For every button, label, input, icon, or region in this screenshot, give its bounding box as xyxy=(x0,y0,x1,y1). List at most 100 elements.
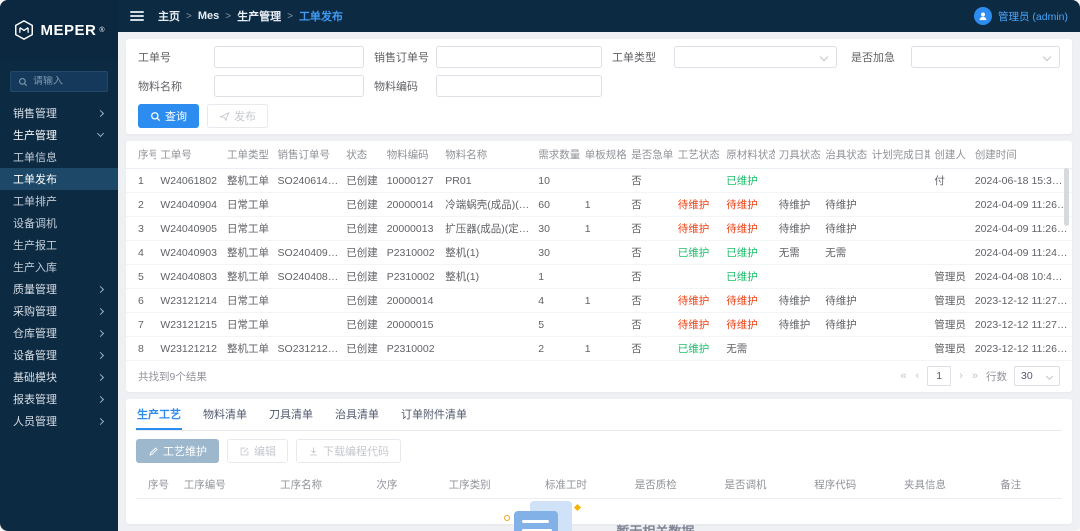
breadcrumb-item[interactable]: 工单发布 xyxy=(299,8,343,24)
order-row[interactable]: 2 W24040904 日常工单 已创建 20000014 冷端蜗壳(成品)(定制) 60 1… xyxy=(126,192,1072,217)
process-column-header: 标准工时 xyxy=(540,471,631,499)
chevron-right-icon xyxy=(96,329,105,337)
order-cell: 待维护 xyxy=(722,192,775,217)
order-cell: 7 xyxy=(126,312,157,337)
order-cell: 待维护 xyxy=(821,312,868,337)
order-cell xyxy=(273,312,343,337)
process-column-header: 是否质检 xyxy=(630,471,721,499)
sidebar-group-label: 销售管理 xyxy=(13,108,57,120)
编辑-button[interactable]: 编辑 xyxy=(227,439,288,463)
process-table: 序号 工序编号 工序名称 次序 工序类别 标准工时 是否质检 是否调机 程序代码 夹具信息 备注 xyxy=(136,471,1062,499)
filter-row-2: 物料名称 物料编码 xyxy=(138,75,1060,97)
order-cell xyxy=(867,264,931,289)
sidebar-group-label: 设备管理 xyxy=(13,350,57,362)
order-cell: 8 xyxy=(126,336,157,361)
column-header: 销售订单号 xyxy=(273,141,343,169)
sidebar-item-生产报工[interactable]: 生产报工 xyxy=(0,234,118,256)
tab-治具清单[interactable]: 治具清单 xyxy=(334,399,380,430)
order-cell xyxy=(930,216,971,241)
page-size-select[interactable]: 30 xyxy=(1014,366,1060,386)
column-header: 序号 xyxy=(126,141,157,169)
column-header: 创建人 xyxy=(930,141,971,169)
table-scrollbar[interactable] xyxy=(1064,168,1069,226)
breadcrumb-item[interactable]: 生产管理 xyxy=(237,8,281,24)
sidebar-item-设备调机[interactable]: 设备调机 xyxy=(0,212,118,234)
user-avatar-icon xyxy=(973,7,992,25)
order-cell: 已创建 xyxy=(342,192,383,217)
order-row[interactable]: 8 W23121212 整机工单 SO23121281 已创建 P2310002 2 1 否已维… xyxy=(126,336,1072,361)
order-row[interactable]: 4 W24040903 整机工单 SO24040901 已创建 P2310002 整机(1)… xyxy=(126,240,1072,265)
sidebar-item-工单信息[interactable]: 工单信息 xyxy=(0,146,118,168)
urgent-select[interactable] xyxy=(911,46,1060,68)
breadcrumb-item[interactable]: 主页 xyxy=(158,8,180,24)
order-row[interactable]: 5 W24040803 整机工单 SO24040801 已创建 P2310002 整机(1)… xyxy=(126,264,1072,289)
detail-tabs: 生产工艺 物料清单 刀具清单 治具清单 订单附件清单 xyxy=(136,399,1062,431)
tab-刀具清单[interactable]: 刀具清单 xyxy=(268,399,314,430)
sidebar-group-设备管理[interactable]: 设备管理 xyxy=(0,344,118,366)
breadcrumb: 主页 > Mes > 生产管理 > 工单发布 xyxy=(158,8,343,24)
next-page-button[interactable]: › xyxy=(958,370,964,382)
sidebar-group-人员管理[interactable]: 人员管理 xyxy=(0,410,118,432)
order-no-input[interactable] xyxy=(214,46,364,68)
sidebar-group-仓库管理[interactable]: 仓库管理 xyxy=(0,322,118,344)
order-cell: 待维护 xyxy=(673,192,723,217)
order-cell xyxy=(821,264,868,289)
current-page[interactable]: 1 xyxy=(927,366,952,386)
sidebar-group-采购管理[interactable]: 采购管理 xyxy=(0,300,118,322)
filter-label-order-type: 工单类型 xyxy=(612,52,656,64)
prev-page-button[interactable]: ‹ xyxy=(915,370,921,382)
sidebar-group-报表管理[interactable]: 报表管理 xyxy=(0,388,118,410)
order-cell xyxy=(930,240,971,265)
工艺维护-button[interactable]: 工艺维护 xyxy=(136,439,219,463)
menu-collapse-icon[interactable] xyxy=(130,11,144,21)
sidebar-group-质量管理[interactable]: 质量管理 xyxy=(0,278,118,300)
send-icon xyxy=(219,111,230,121)
decor-ring-icon xyxy=(504,515,511,521)
tab-订单附件清单[interactable]: 订单附件清单 xyxy=(400,399,468,430)
sidebar-item-生产入库[interactable]: 生产入库 xyxy=(0,256,118,278)
order-cell: 4 xyxy=(534,288,581,313)
chevron-right-icon xyxy=(96,373,105,381)
sidebar-menu: 销售管理生产管理 工单信息 工单发布 工单排产 设备调机 生产报工 生产入库 质量管理 采购管理… xyxy=(0,102,118,432)
sidebar-item-工单排产[interactable]: 工单排产 xyxy=(0,190,118,212)
order-cell: 管理员 xyxy=(930,336,971,361)
pager-controls: « ‹ 1 › » 行数 30 xyxy=(899,366,1060,386)
breadcrumb-item[interactable]: Mes xyxy=(198,10,219,22)
sidebar-item-工单发布[interactable]: 工单发布 xyxy=(0,168,118,190)
last-page-button[interactable]: » xyxy=(971,370,979,382)
order-cell: 1 xyxy=(534,264,581,289)
tab-生产工艺[interactable]: 生产工艺 xyxy=(136,399,182,430)
order-cell: W23121212 xyxy=(156,336,224,361)
sidebar-search[interactable] xyxy=(10,71,108,92)
sidebar-group-销售管理[interactable]: 销售管理 xyxy=(0,102,118,124)
order-cell: 日常工单 xyxy=(223,216,274,241)
filter-row-1: 工单号 销售订单号 工单类型 是否加急 xyxy=(138,46,1060,68)
column-header: 需求数量 xyxy=(534,141,581,169)
sidebar-search-input[interactable] xyxy=(33,76,100,87)
user-menu[interactable]: 管理员 (admin) xyxy=(973,7,1068,25)
publish-button[interactable]: 发布 xyxy=(207,104,268,128)
下载编程代码-button[interactable]: 下载编程代码 xyxy=(296,439,401,463)
order-cell xyxy=(867,336,931,361)
filter-buttons: 查询 发布 xyxy=(138,104,1060,128)
order-cell: 20000013 xyxy=(382,216,442,241)
sidebar-group-基础模块[interactable]: 基础模块 xyxy=(0,366,118,388)
order-cell: W23121215 xyxy=(156,312,224,337)
order-type-select[interactable] xyxy=(674,46,837,68)
material-name-input[interactable] xyxy=(214,75,364,97)
sales-order-no-input[interactable] xyxy=(436,46,602,68)
sidebar: MEPER ® 销售管理生产管理工单信息工单发布工单排产设备调机生产报工生产入库… xyxy=(0,0,118,531)
search-icon xyxy=(19,77,28,86)
order-row[interactable]: 1 W24061802 整机工单 SO24061402 已创建 10000127 PR01 1… xyxy=(126,168,1072,193)
order-row[interactable]: 3 W24040905 日常工单 已创建 20000013 扩压器(成品)(定制) 30 1 否… xyxy=(126,216,1072,241)
sidebar-group-生产管理[interactable]: 生产管理 xyxy=(0,124,118,146)
order-row[interactable]: 7 W23121215 日常工单 已创建 20000015 5 否待维护 待维护 待维护 待维护管… xyxy=(126,312,1072,337)
tab-物料清单[interactable]: 物料清单 xyxy=(202,399,248,430)
order-cell: SO24040901 xyxy=(273,240,343,265)
search-button[interactable]: 查询 xyxy=(138,104,199,128)
order-cell: 已维护 xyxy=(673,336,723,361)
order-row[interactable]: 6 W23121214 日常工单 已创建 20000014 4 1 否待维护 待维护 待维护 待维护… xyxy=(126,288,1072,313)
material-code-input[interactable] xyxy=(436,75,602,97)
order-cell: W24040904 xyxy=(156,192,224,217)
first-page-button[interactable]: « xyxy=(899,370,907,382)
